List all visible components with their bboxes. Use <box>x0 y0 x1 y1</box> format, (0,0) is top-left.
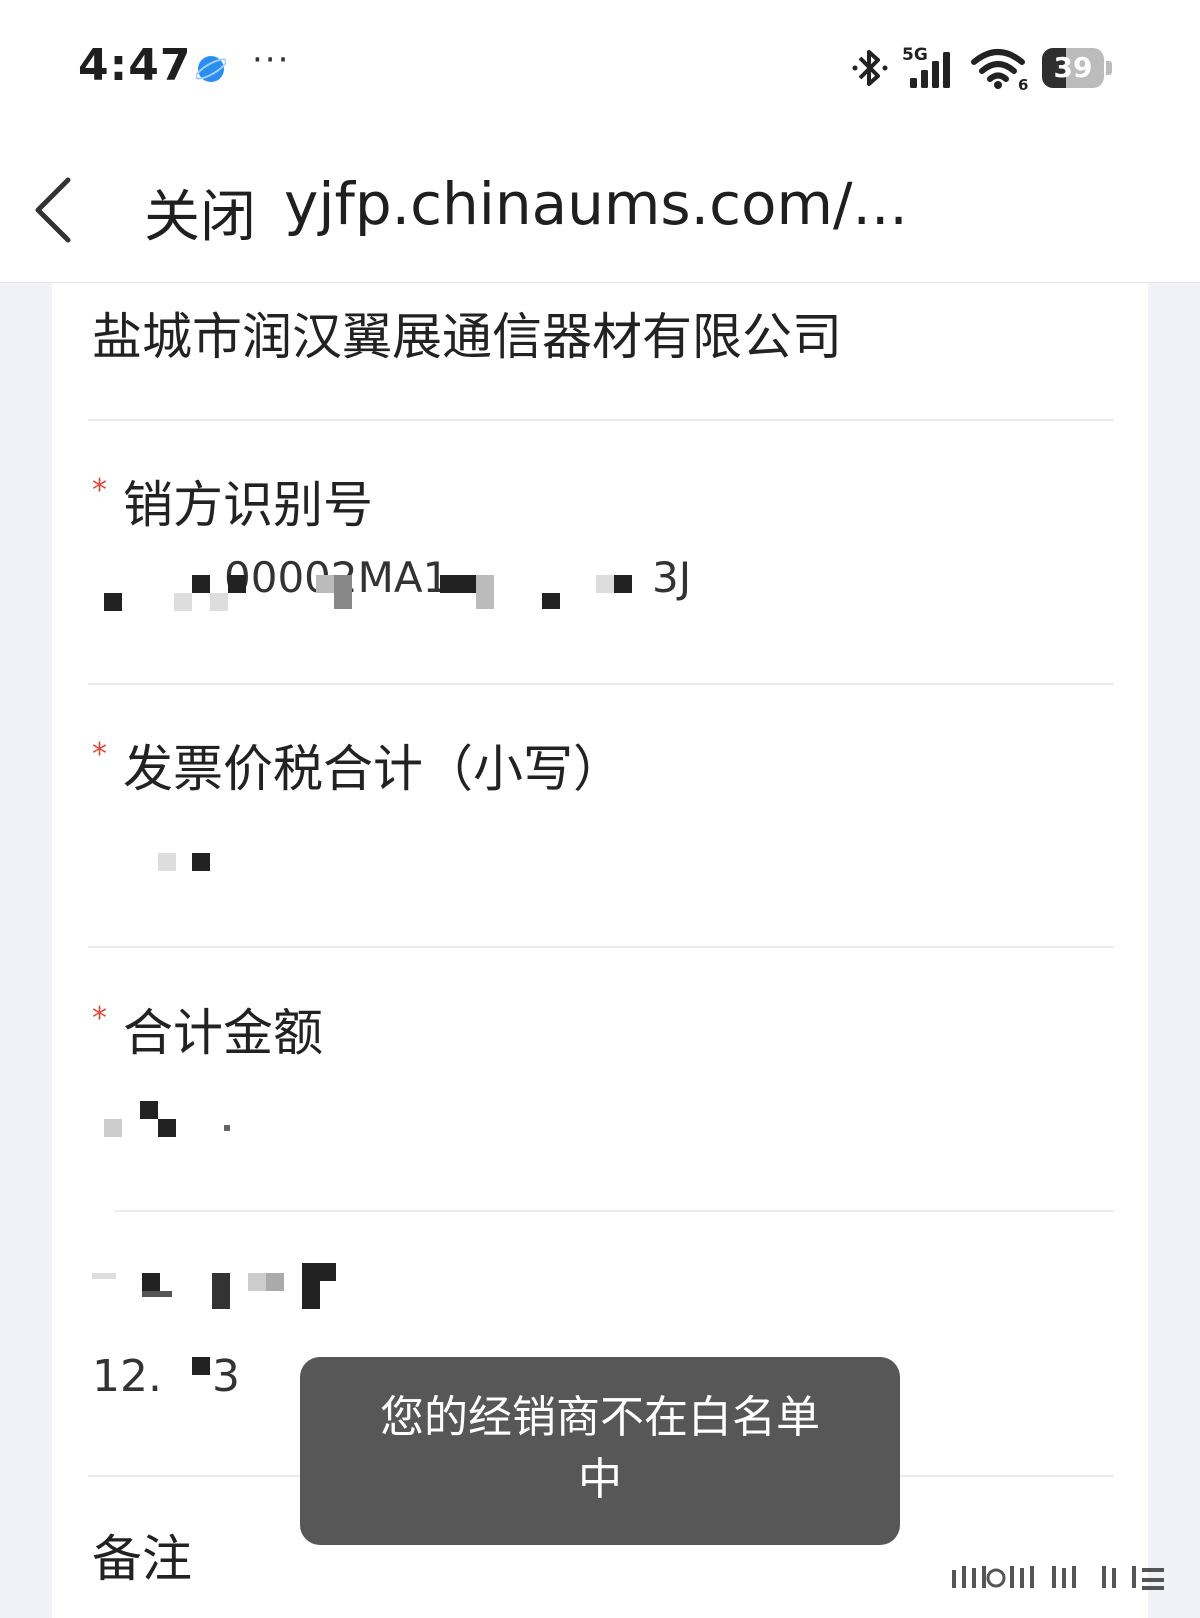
total-amount-label: * 合计金额 <box>92 1001 323 1062</box>
redaction-mosaic <box>192 1357 216 1381</box>
seller-tax-id-label: * 销方识别号 <box>92 473 373 534</box>
redaction-mosaic <box>104 1101 244 1141</box>
remark-label: 备注 <box>92 1530 192 1588</box>
invoice-total-label: * 发票价税合计（小写） <box>92 737 623 798</box>
company-name-value: 盐城市润汉翼展通信器材有限公司 <box>92 308 842 366</box>
browser-nav-header: 关闭 yjfp.chinaums.com/... <box>0 130 1200 283</box>
toast-line-1: 您的经销商不在白名单 <box>380 1392 820 1443</box>
battery-icon: 39 <box>1042 48 1112 88</box>
watermark-logo <box>952 1566 1164 1590</box>
required-marker: * <box>92 1001 107 1036</box>
status-icons: 5G 6 39 <box>850 44 1112 92</box>
required-marker: * <box>92 473 107 508</box>
network-type-label: 5G <box>902 45 928 65</box>
divider <box>88 419 1114 421</box>
chevron-left-icon <box>35 177 71 243</box>
redacted-field-suffix: 3 <box>212 1351 240 1402</box>
battery-level: 39 <box>1053 51 1093 84</box>
redaction-mosaic <box>92 1263 352 1323</box>
cellular-signal-icon: 5G <box>902 45 950 88</box>
divider <box>88 683 1114 685</box>
back-button[interactable] <box>28 170 88 250</box>
divider <box>88 946 1114 948</box>
wifi-badge: 6 <box>1018 76 1028 92</box>
required-marker: * <box>92 737 107 772</box>
status-bar: 4:47 ··· 5G 6 39 <box>0 0 1200 130</box>
toast-message: 您的经销商不在白名单 中 <box>300 1357 900 1545</box>
status-time: 4:47 <box>78 40 192 91</box>
total-amount-field[interactable] <box>92 1083 1112 1163</box>
more-indicator: ··· <box>252 40 291 80</box>
redaction-mosaic <box>152 853 212 873</box>
wifi-icon: 6 <box>971 49 1028 92</box>
redacted-field-value: 12. <box>92 1351 162 1402</box>
invoice-total-field[interactable] <box>92 823 1112 903</box>
page-url: yjfp.chinaums.com/... <box>284 170 908 238</box>
seller-tax-id-field[interactable]: 00002MA1 3J <box>92 543 1112 623</box>
divider <box>114 1210 1114 1212</box>
close-button[interactable]: 关闭 <box>144 172 256 253</box>
redaction-mosaic <box>92 543 692 623</box>
bluetooth-icon <box>852 50 888 86</box>
app-globe-icon <box>196 56 226 82</box>
toast-line-2: 中 <box>578 1454 622 1505</box>
